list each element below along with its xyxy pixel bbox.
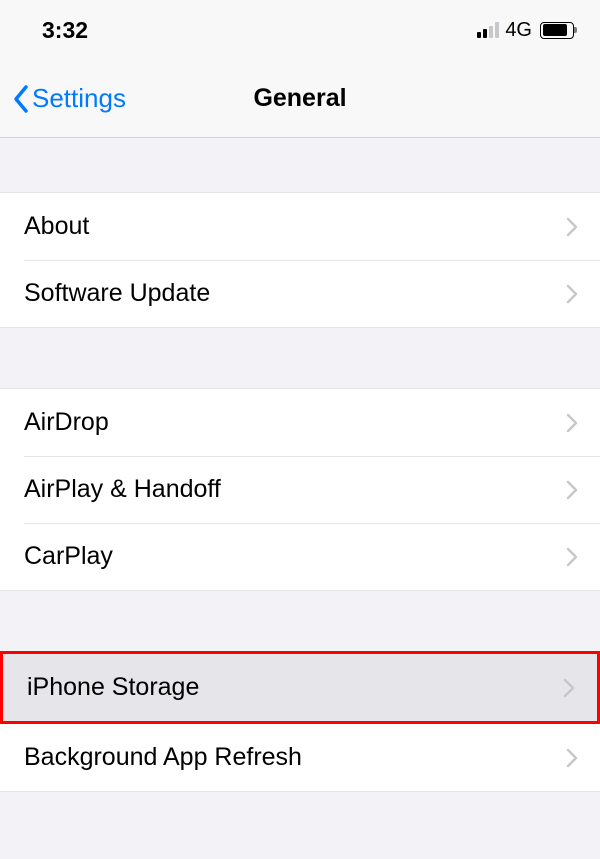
- chevron-right-icon: [566, 413, 578, 433]
- back-button[interactable]: Settings: [0, 83, 126, 114]
- chevron-right-icon: [566, 284, 578, 304]
- chevron-right-icon: [566, 748, 578, 768]
- chevron-left-icon: [12, 84, 30, 114]
- row-label: CarPlay: [24, 542, 566, 571]
- row-label: About: [24, 212, 566, 241]
- row-background-app-refresh[interactable]: Background App Refresh: [0, 724, 600, 791]
- row-about[interactable]: About: [0, 193, 600, 260]
- back-label: Settings: [32, 83, 126, 114]
- chevron-right-icon: [566, 480, 578, 500]
- row-iphone-storage[interactable]: iPhone Storage: [3, 654, 597, 721]
- row-label: iPhone Storage: [27, 673, 563, 702]
- status-indicators: 4G: [477, 19, 574, 42]
- row-label: AirDrop: [24, 408, 566, 437]
- status-bar: 3:32 4G: [0, 0, 600, 60]
- status-time: 3:32: [42, 17, 88, 44]
- settings-group-2: AirDrop AirPlay & Handoff CarPlay: [0, 388, 600, 591]
- row-label: Background App Refresh: [24, 743, 566, 772]
- row-airplay-handoff[interactable]: AirPlay & Handoff: [0, 456, 600, 523]
- row-airdrop[interactable]: AirDrop: [0, 389, 600, 456]
- network-type-label: 4G: [505, 19, 532, 42]
- row-label: AirPlay & Handoff: [24, 475, 566, 504]
- chevron-right-icon: [563, 678, 575, 698]
- cellular-signal-icon: [477, 22, 499, 38]
- battery-icon: [540, 22, 574, 39]
- highlighted-selection: iPhone Storage: [0, 651, 600, 724]
- row-label: Software Update: [24, 279, 566, 308]
- settings-group-3-continued: Background App Refresh: [0, 724, 600, 792]
- row-software-update[interactable]: Software Update: [0, 260, 600, 327]
- navigation-header: Settings General: [0, 60, 600, 138]
- chevron-right-icon: [566, 217, 578, 237]
- settings-group-1: About Software Update: [0, 192, 600, 328]
- chevron-right-icon: [566, 547, 578, 567]
- row-carplay[interactable]: CarPlay: [0, 523, 600, 590]
